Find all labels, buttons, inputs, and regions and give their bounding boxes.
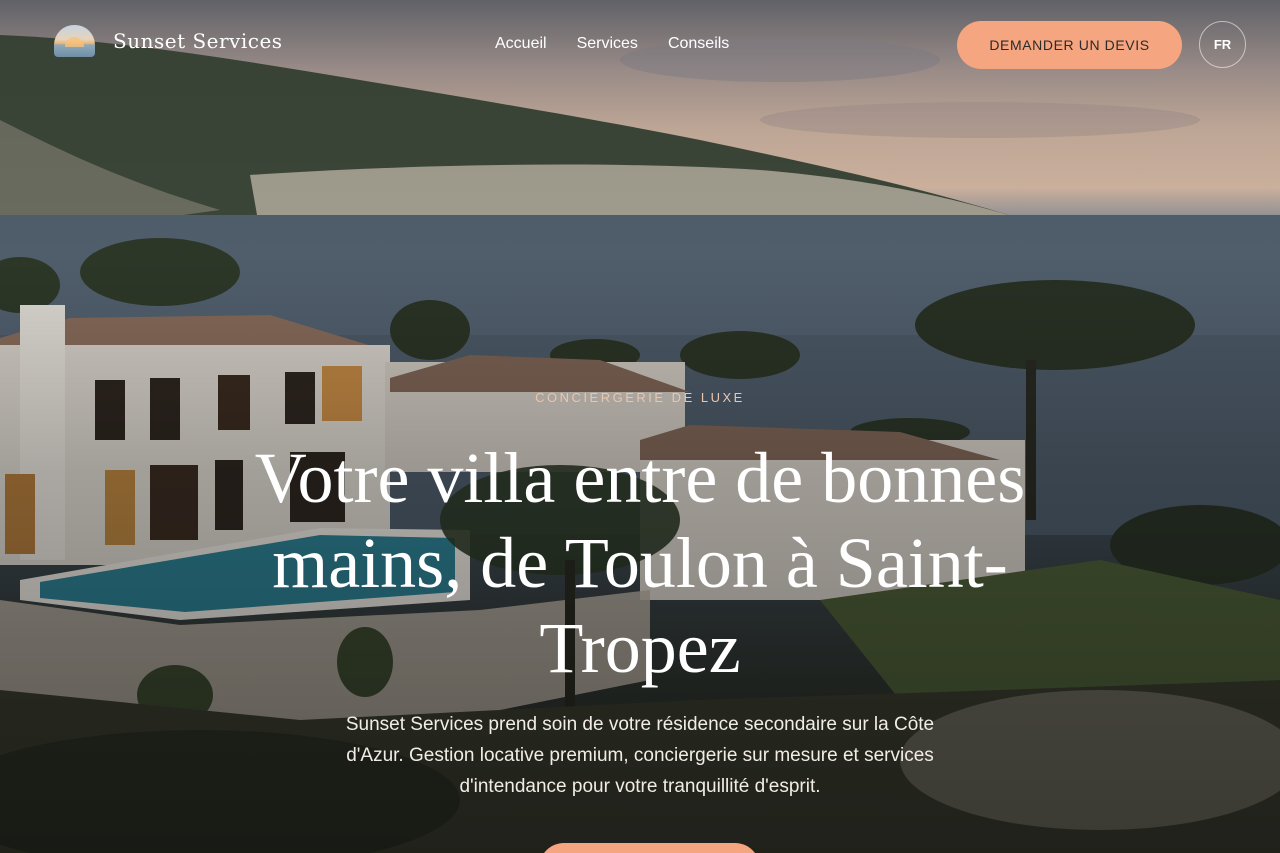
sunset-logo-icon	[54, 25, 95, 57]
hero-cta-button[interactable]	[539, 843, 760, 853]
brand-logo[interactable]: Sunset Services	[54, 25, 283, 57]
hero-eyebrow: CONCIERGERIE DE LUXE	[535, 390, 745, 405]
hero-section: Sunset Services Accueil Services Conseil…	[0, 0, 1280, 853]
nav-link-accueil[interactable]: Accueil	[495, 35, 547, 53]
brand-name: Sunset Services	[113, 29, 283, 53]
request-quote-button[interactable]: DEMANDER UN DEVIS	[957, 21, 1182, 69]
language-switcher-button[interactable]: FR	[1199, 21, 1246, 68]
nav-link-conseils[interactable]: Conseils	[668, 35, 729, 53]
hero-description: Sunset Services prend soin de votre rési…	[345, 714, 935, 797]
nav-link-services[interactable]: Services	[577, 35, 638, 53]
top-navigation: Sunset Services Accueil Services Conseil…	[0, 0, 1280, 90]
hero-headline: Votre villa entre de bonnes mains, de To…	[254, 438, 1026, 688]
main-menu: Accueil Services Conseils	[495, 35, 729, 53]
